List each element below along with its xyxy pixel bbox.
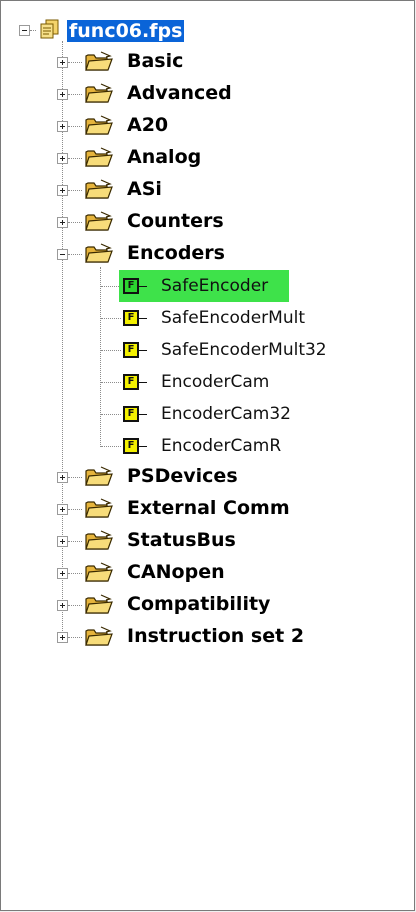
tree-connector — [68, 541, 82, 542]
folder-statusbus-expand-toggle[interactable] — [57, 536, 68, 547]
open-folder-icon — [84, 81, 114, 109]
project-tree-panel: func06.fps Basic Advanced A20 Analog ASi Coun… — [0, 0, 415, 911]
encoder-item-label[interactable]: EncoderCamR — [161, 435, 281, 457]
tree-connector — [139, 414, 147, 415]
folder-a20-expand-toggle[interactable] — [57, 121, 68, 132]
open-folder-icon — [84, 528, 114, 556]
folder-canopen-label[interactable]: CANopen — [127, 561, 225, 583]
folder-instruction-set-2-expand-toggle[interactable] — [57, 632, 68, 643]
folder-counters-expand-toggle[interactable] — [57, 217, 68, 228]
tree-connector — [101, 318, 121, 319]
tree-connector — [68, 158, 82, 159]
open-folder-icon — [84, 241, 114, 269]
tree-connector — [68, 254, 82, 255]
open-folder-icon — [84, 592, 114, 620]
encoder-item-label[interactable]: EncoderCam32 — [161, 403, 291, 425]
root-collapse-toggle[interactable] — [19, 25, 30, 36]
folder-encoders-label[interactable]: Encoders — [127, 242, 225, 264]
function-block-badge: F — [125, 408, 137, 420]
function-block-icon: F — [123, 406, 139, 422]
function-block-badge: F — [125, 440, 137, 452]
open-folder-icon — [84, 49, 114, 77]
folder-advanced-expand-toggle[interactable] — [57, 89, 68, 100]
function-block-icon: F — [123, 438, 139, 454]
function-block-badge: F — [125, 376, 137, 388]
tree-connector — [139, 318, 147, 319]
folder-basic-label[interactable]: Basic — [127, 50, 183, 72]
folder-external-comm-label[interactable]: External Comm — [127, 497, 290, 519]
function-block-icon: F — [123, 374, 139, 390]
function-block-badge: F — [125, 312, 137, 324]
folder-instruction-set-2-label[interactable]: Instruction set 2 — [127, 625, 304, 647]
tree-connector — [68, 637, 82, 638]
folder-external-comm-expand-toggle[interactable] — [57, 504, 68, 515]
open-folder-icon — [84, 177, 114, 205]
tree-connector — [68, 605, 82, 606]
tree-connector — [101, 350, 121, 351]
project-file-icon — [40, 19, 59, 39]
function-block-icon: F — [123, 342, 139, 358]
tree-connector — [30, 30, 36, 31]
tree-connector — [100, 267, 101, 447]
open-folder-icon — [84, 464, 114, 492]
encoder-item-label[interactable]: SafeEncoderMult32 — [161, 339, 327, 361]
tree-connector — [101, 446, 121, 447]
tree-connector — [68, 190, 82, 191]
folder-asi-label[interactable]: ASi — [127, 178, 162, 200]
tree-connector — [101, 286, 121, 287]
folder-asi-expand-toggle[interactable] — [57, 185, 68, 196]
tree-connector — [68, 94, 82, 95]
open-folder-icon — [84, 560, 114, 588]
folder-compatibility-label[interactable]: Compatibility — [127, 593, 270, 615]
folder-basic-expand-toggle[interactable] — [57, 57, 68, 68]
encoder-item-label[interactable]: SafeEncoderMult — [161, 307, 305, 329]
folder-psdevices-label[interactable]: PSDevices — [127, 465, 238, 487]
folder-counters-label[interactable]: Counters — [127, 210, 224, 232]
folder-compatibility-expand-toggle[interactable] — [57, 600, 68, 611]
open-folder-icon — [84, 209, 114, 237]
folder-psdevices-expand-toggle[interactable] — [57, 472, 68, 483]
open-folder-icon — [84, 624, 114, 652]
folder-canopen-expand-toggle[interactable] — [57, 568, 68, 579]
encoder-item-label[interactable]: SafeEncoder — [161, 275, 268, 297]
encoder-item-label[interactable]: EncoderCam — [161, 371, 269, 393]
folder-analog-label[interactable]: Analog — [127, 146, 201, 168]
function-block-icon: F — [123, 310, 139, 326]
root-project-label[interactable]: func06.fps — [67, 20, 185, 42]
folder-encoders-collapse-toggle[interactable] — [57, 249, 68, 260]
function-block-badge: F — [125, 344, 137, 356]
tree-connector — [139, 350, 147, 351]
tree-connector — [139, 286, 147, 287]
function-block-badge: F — [125, 280, 137, 292]
tree-connector — [101, 382, 121, 383]
open-folder-icon — [84, 496, 114, 524]
folder-a20-label[interactable]: A20 — [127, 114, 168, 136]
tree-connector — [68, 126, 82, 127]
function-block-icon: F — [123, 278, 139, 294]
tree-connector — [139, 382, 147, 383]
folder-advanced-label[interactable]: Advanced — [127, 82, 232, 104]
open-folder-icon — [84, 145, 114, 173]
tree-connector — [68, 477, 82, 478]
folder-analog-expand-toggle[interactable] — [57, 153, 68, 164]
tree-connector — [68, 62, 82, 63]
tree-connector — [68, 509, 82, 510]
tree-connector — [68, 573, 82, 574]
open-folder-icon — [84, 113, 114, 141]
tree-connector — [101, 414, 121, 415]
tree-connector — [139, 446, 147, 447]
folder-statusbus-label[interactable]: StatusBus — [127, 529, 236, 551]
tree-connector — [68, 222, 82, 223]
